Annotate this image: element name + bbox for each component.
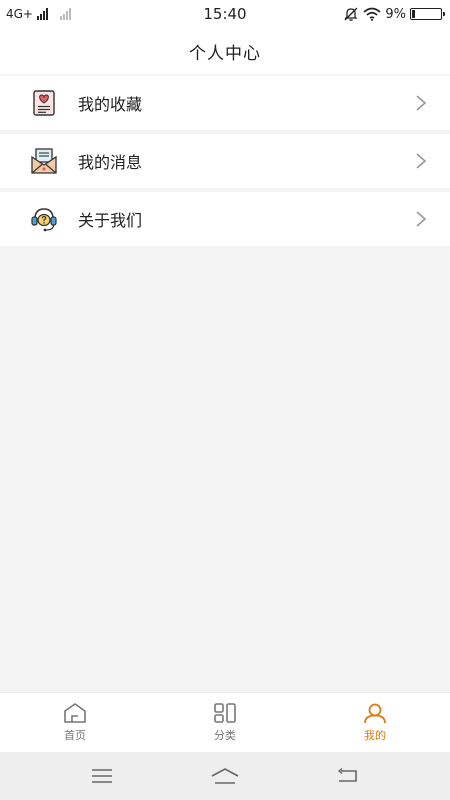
- system-back-button[interactable]: [328, 761, 368, 791]
- tab-label: 分类: [214, 729, 236, 742]
- menu-item-favorites[interactable]: 我的收藏: [0, 76, 450, 130]
- system-home-button[interactable]: [205, 761, 245, 791]
- menu-list: 我的收藏 我的消息 关于我们: [0, 76, 450, 250]
- battery-percent: 9%: [385, 6, 406, 22]
- menu-item-messages[interactable]: 我的消息: [0, 134, 450, 188]
- headset-support-icon: [28, 203, 60, 235]
- home-icon: [64, 703, 86, 723]
- chevron-right-icon: [416, 211, 427, 227]
- status-right: 9%: [343, 6, 445, 22]
- network-type: 4G+: [6, 7, 33, 21]
- tab-label: 首页: [64, 729, 86, 742]
- page-title: 个人中心: [189, 43, 261, 64]
- menu-item-about[interactable]: 关于我们: [0, 192, 450, 246]
- status-bar: 4G+ 15:40 9%: [0, 0, 450, 28]
- menu-item-label: 我的收藏: [78, 95, 143, 114]
- system-menu-button[interactable]: [82, 761, 122, 791]
- bell-mute-icon: [344, 7, 358, 21]
- status-left: 4G+: [6, 7, 71, 21]
- menu-lines-icon: [91, 769, 112, 783]
- battery-icon: [410, 8, 445, 20]
- signal-secondary-icon: [60, 8, 71, 20]
- user-icon: [364, 703, 386, 724]
- menu-item-label: 我的消息: [78, 153, 143, 172]
- header: 个人中心: [0, 28, 450, 74]
- chevron-right-icon: [416, 153, 427, 169]
- home-outline-icon: [211, 768, 239, 784]
- signal-icon: [37, 8, 48, 20]
- tab-mine[interactable]: 我的: [300, 693, 450, 752]
- favorites-heart-card-icon: [28, 87, 60, 119]
- mail-envelope-icon: [28, 145, 60, 177]
- tab-home[interactable]: 首页: [0, 693, 150, 752]
- menu-item-label: 关于我们: [78, 211, 143, 230]
- system-nav-bar: [0, 752, 450, 800]
- back-arrow-icon: [338, 767, 358, 782]
- chevron-right-icon: [416, 95, 427, 111]
- battery-fill: [412, 10, 415, 18]
- category-icon: [214, 703, 236, 723]
- tab-category[interactable]: 分类: [150, 693, 300, 752]
- tab-label: 我的: [364, 729, 386, 742]
- bottom-tab-bar: 首页 分类 我的: [0, 692, 450, 752]
- wifi-icon: [363, 7, 381, 21]
